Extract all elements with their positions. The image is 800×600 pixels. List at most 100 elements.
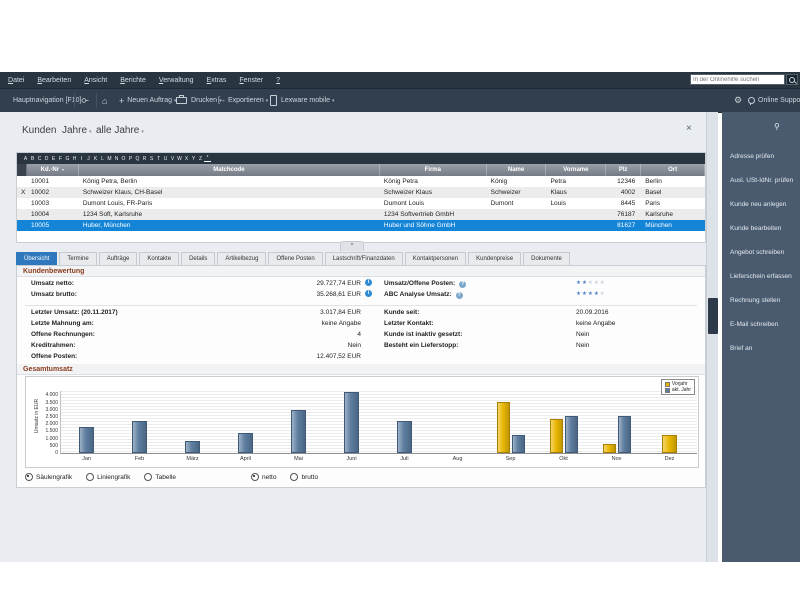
sidebar-pin-icon[interactable]: ⚲: [774, 122, 780, 131]
lexware-mobile-button[interactable]: Lexware mobile▾: [270, 89, 335, 112]
alphabet-letter-I[interactable]: I: [78, 156, 85, 162]
alphabet-letter-E[interactable]: E: [50, 156, 57, 162]
y-tick-label: 1.000: [36, 436, 58, 442]
sidebar-action-brief-an[interactable]: Brief an: [730, 344, 793, 368]
alphabet-letter-B[interactable]: B: [29, 156, 36, 162]
home-button[interactable]: ⌂: [102, 89, 107, 112]
sidebar-action-kunde-neu-anlegen[interactable]: Kunde neu anlegen: [730, 200, 793, 224]
alphabet-letter-*[interactable]: *: [204, 155, 211, 162]
column-header-matchcode[interactable]: Matchcode: [79, 164, 380, 176]
search-button[interactable]: [786, 74, 798, 85]
menu-item-bearbeiten[interactable]: Bearbeiten: [37, 77, 71, 84]
tab-offene-posten[interactable]: Offene Posten: [268, 252, 322, 266]
table-row[interactable]: X10002Schweizer Klaus, CH-BaselSchweizer…: [17, 187, 705, 198]
sidebar-action-kunde-bearbeiten[interactable]: Kunde bearbeiten: [730, 224, 793, 248]
radio-brutto[interactable]: brutto: [290, 473, 318, 481]
drucken-button[interactable]: Drucken▾: [176, 89, 222, 112]
table-row[interactable]: 10001König Petra, BerlinKönig PetraKönig…: [17, 176, 705, 187]
collapse-list-button[interactable]: ^: [340, 241, 364, 251]
column-header-plz[interactable]: Plz: [606, 164, 641, 176]
column-header-kdnr[interactable]: Kd.-Nr▾: [27, 164, 79, 176]
column-header-firma[interactable]: Firma: [380, 164, 487, 176]
help-icon[interactable]: ?: [456, 292, 463, 299]
neuer-auftrag-button[interactable]: + Neuen Auftrag▾: [119, 89, 177, 112]
alphabet-letter-M[interactable]: M: [106, 156, 113, 162]
menu-item-fenster[interactable]: Fenster: [239, 77, 263, 84]
alphabet-letter-L[interactable]: L: [99, 156, 106, 162]
menu-item-extras[interactable]: Extras: [207, 77, 227, 84]
alphabet-letter-Q[interactable]: Q: [134, 156, 141, 162]
alle-jahre-dropdown[interactable]: alle Jahre▾: [96, 125, 144, 136]
menu-item-verwaltung[interactable]: Verwaltung: [159, 77, 194, 84]
table-row[interactable]: 100041234 Soft, Karlsruhe1234 Softvertri…: [17, 209, 705, 220]
column-header-vorname[interactable]: Vorname: [546, 164, 606, 176]
info-icon[interactable]: i: [365, 290, 372, 297]
sidebar-action-rechnung-stellen[interactable]: Rechnung stellen: [730, 296, 793, 320]
mobile-device-icon: [270, 95, 277, 106]
alphabet-letter-R[interactable]: R: [141, 156, 148, 162]
tab-lastschrift-finanzdaten[interactable]: Lastschrift/Finanzdaten: [325, 252, 403, 266]
online-help-search-input[interactable]: [690, 74, 785, 85]
scrollbar-thumb[interactable]: [708, 298, 718, 334]
column-header-marker[interactable]: [17, 164, 27, 176]
alphabet-letter-O[interactable]: O: [120, 156, 127, 162]
tab-kontaktpersonen[interactable]: Kontaktpersonen: [405, 252, 466, 266]
x-axis-label: April: [219, 456, 272, 462]
alphabet-letter-X[interactable]: X: [183, 156, 190, 162]
menu-item-?[interactable]: ?: [276, 77, 280, 84]
sidebar-action-ausl--ust-idnr--pr-fen[interactable]: Ausl. USt-IdNr. prüfen: [730, 176, 793, 200]
printer-icon: [176, 97, 187, 104]
tab-kundenpreise[interactable]: Kundenpreise: [468, 252, 521, 266]
alphabet-letter-Y[interactable]: Y: [190, 156, 197, 162]
exportieren-button[interactable]: [→ Exportieren▾: [218, 89, 268, 112]
alphabet-letter-J[interactable]: J: [85, 156, 92, 162]
close-icon[interactable]: ×: [686, 123, 692, 134]
alphabet-letter-C[interactable]: C: [36, 156, 43, 162]
tab-details[interactable]: Details: [181, 252, 215, 266]
alphabet-letter-H[interactable]: H: [71, 156, 78, 162]
sidebar-action-angebot-schreiben[interactable]: Angebot schreiben: [730, 248, 793, 272]
info-icon[interactable]: i: [365, 279, 372, 286]
menu-item-datei[interactable]: Datei: [8, 77, 24, 84]
tab-kontakte[interactable]: Kontakte: [139, 252, 179, 266]
radio-tabelle[interactable]: Tabelle: [144, 473, 176, 481]
radio-netto[interactable]: netto: [251, 473, 276, 481]
alphabet-letter-S[interactable]: S: [148, 156, 155, 162]
alphabet-letter-P[interactable]: P: [127, 156, 134, 162]
tab-artikelbezug[interactable]: Artikelbezug: [217, 252, 266, 266]
radio-sulengrafik[interactable]: Säulengrafik: [25, 473, 72, 481]
tab-termine[interactable]: Termine: [59, 252, 96, 266]
alphabet-letter-F[interactable]: F: [57, 156, 64, 162]
alphabet-letter-V[interactable]: V: [169, 156, 176, 162]
table-row[interactable]: 10005Huber, MünchenHuber und Söhne GmbH8…: [17, 220, 705, 231]
sidebar-action-e-mail-schreiben[interactable]: E-Mail schreiben: [730, 320, 793, 344]
alphabet-letter-T[interactable]: T: [155, 156, 162, 162]
tab--bersicht[interactable]: Übersicht: [16, 252, 57, 266]
alphabet-letter-A[interactable]: A: [22, 156, 29, 162]
radio-liniengrafik[interactable]: Liniengrafik: [86, 473, 130, 481]
table-row[interactable]: 10003Dumont Louis, FR-ParisDumont LouisD…: [17, 198, 705, 209]
alphabet-letter-Z[interactable]: Z: [197, 156, 204, 162]
hauptnavigation-button[interactable]: Hauptnavigation [F10]: [13, 89, 82, 112]
alphabet-letter-U[interactable]: U: [162, 156, 169, 162]
sidebar-action-lieferschein-erfassen[interactable]: Lieferschein erfassen: [730, 272, 793, 296]
tab-auftr-ge[interactable]: Aufträge: [99, 252, 138, 266]
alphabet-letter-W[interactable]: W: [176, 156, 183, 162]
online-support-button[interactable]: Online Support: [748, 89, 800, 112]
column-header-name[interactable]: Name: [487, 164, 547, 176]
tab-dokumente[interactable]: Dokumente: [523, 252, 570, 266]
chart-bar-aktjahr: [512, 435, 525, 453]
pin-button[interactable]: ⚲: [82, 89, 88, 112]
alphabet-letter-D[interactable]: D: [43, 156, 50, 162]
help-icon[interactable]: ?: [459, 281, 466, 288]
vertical-scrollbar[interactable]: [706, 112, 718, 562]
column-header-ort[interactable]: Ort: [641, 164, 705, 176]
sidebar-action-adresse-pr-fen[interactable]: Adresse prüfen: [730, 152, 793, 176]
menu-item-berichte[interactable]: Berichte: [120, 77, 146, 84]
alphabet-letter-N[interactable]: N: [113, 156, 120, 162]
alphabet-letter-G[interactable]: G: [64, 156, 71, 162]
jahre-dropdown[interactable]: Jahre▾: [62, 125, 92, 136]
alphabet-letter-K[interactable]: K: [92, 156, 99, 162]
settings-button[interactable]: ⚙: [734, 89, 742, 112]
menu-item-ansicht[interactable]: Ansicht: [84, 77, 107, 84]
